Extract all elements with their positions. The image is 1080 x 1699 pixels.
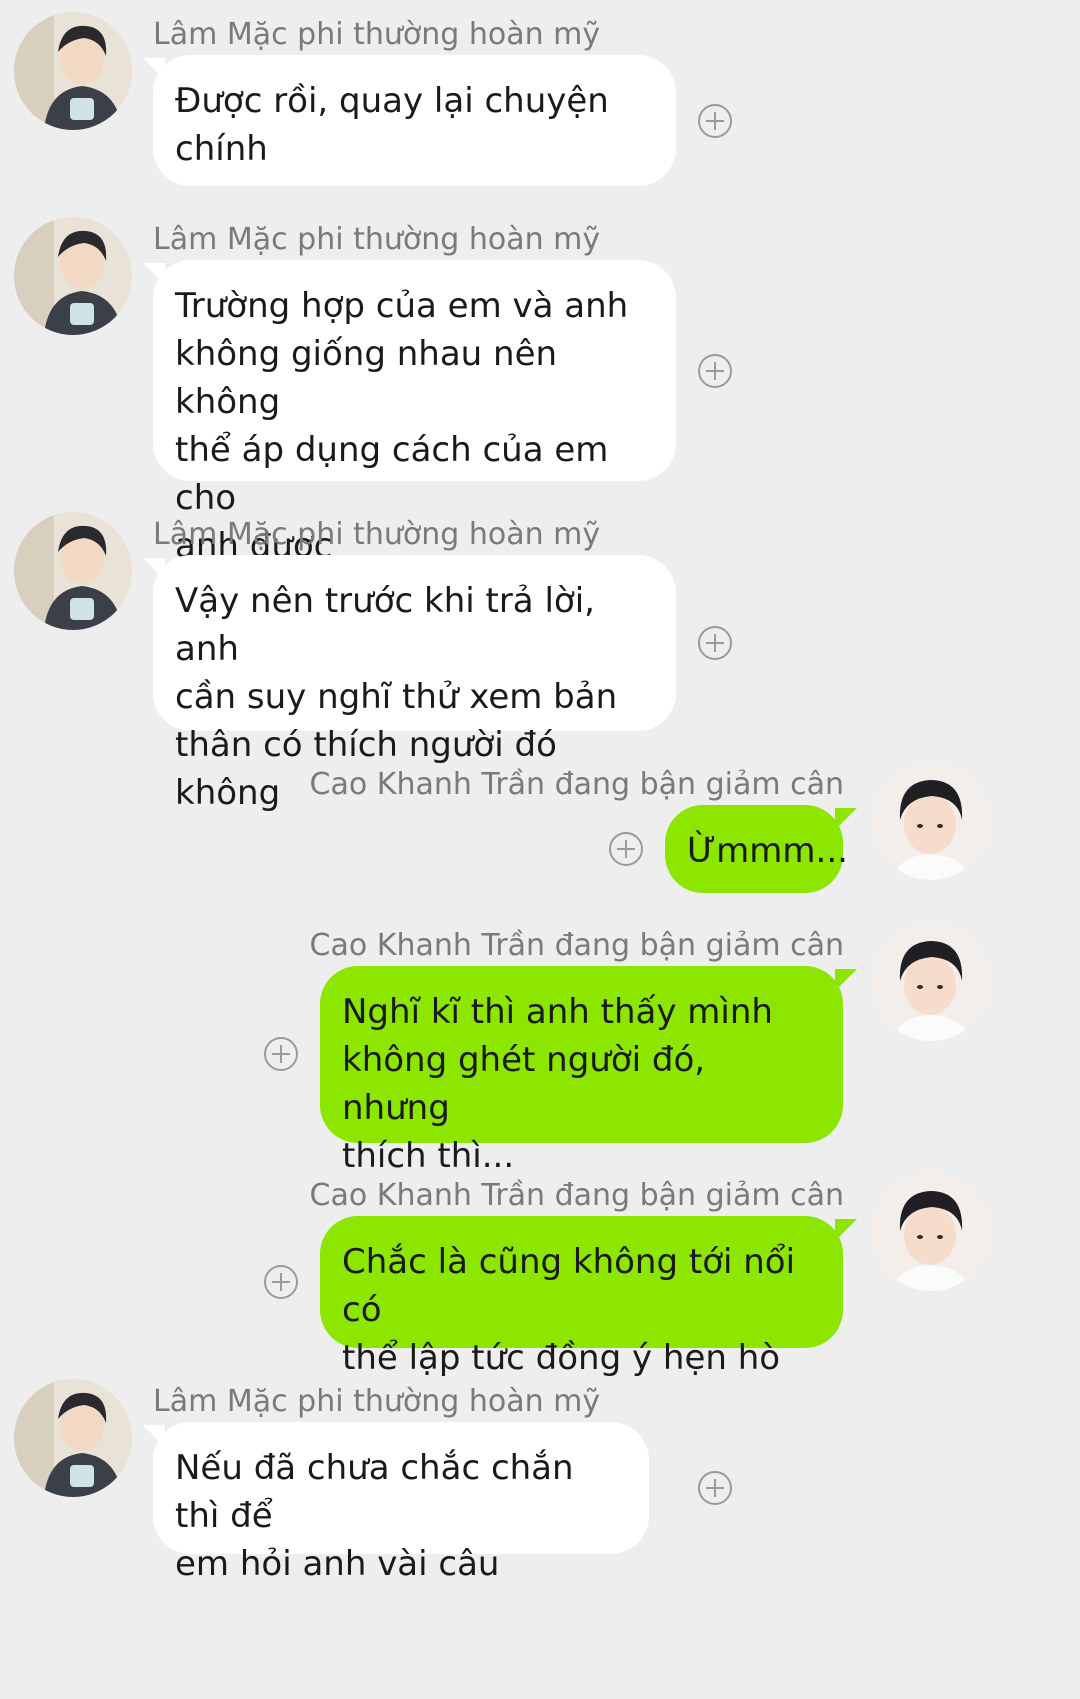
avatar-cao-khanh-tran[interactable] — [872, 762, 990, 880]
sender-name: Lâm Mặc phi thường hoàn mỹ — [153, 517, 601, 552]
sender-name: Lâm Mặc phi thường hoàn mỹ — [153, 1384, 601, 1419]
message-line: thích thì... — [342, 1136, 515, 1176]
avatar-lam-mac-image — [14, 12, 132, 130]
message-bubble[interactable]: Chắc là cũng không tới nổi có thể lập tứ… — [320, 1216, 843, 1378]
sender-name: Lâm Mặc phi thường hoàn mỹ — [153, 17, 601, 52]
avatar-cao-khanh-tran[interactable] — [872, 1173, 990, 1291]
message-bubble[interactable]: Được rồi, quay lại chuyện chính — [153, 55, 676, 186]
message-bubble[interactable]: Nếu đã chưa chắc chắn thì để em hỏi anh … — [153, 1422, 649, 1584]
plus-circle-icon[interactable] — [609, 832, 643, 866]
plus-circle-icon[interactable] — [264, 1037, 298, 1071]
message-line: Được rồi, quay lại chuyện — [175, 81, 609, 121]
avatar-lam-mac[interactable] — [14, 512, 132, 630]
avatar-lam-mac-image — [14, 512, 132, 630]
sender-name: Lâm Mặc phi thường hoàn mỹ — [153, 222, 601, 257]
message-line: không giống nhau nên không — [175, 334, 558, 422]
avatar-cao-khanh-tran-image — [872, 923, 990, 1041]
message-bubble[interactable]: Ừmmm... — [665, 805, 848, 893]
avatar-lam-mac[interactable] — [14, 1379, 132, 1497]
avatar-cao-khanh-tran-image — [872, 762, 990, 880]
message-line: thể lập tức đồng ý hẹn hò — [342, 1338, 781, 1378]
message-line: Ừmmm... — [687, 831, 848, 871]
avatar-lam-mac[interactable] — [14, 12, 132, 130]
message-line: Vậy nên trước khi trả lời, anh — [175, 581, 595, 669]
avatar-cao-khanh-tran-image — [872, 1173, 990, 1291]
message-line: chính — [175, 129, 268, 169]
plus-circle-icon[interactable] — [698, 104, 732, 138]
message-line: thể áp dụng cách của em cho — [175, 430, 609, 518]
message-bubble[interactable]: Vậy nên trước khi trả lời, anh cần suy n… — [153, 555, 676, 813]
sender-name: Cao Khanh Trần đang bận giảm cân — [309, 928, 844, 963]
message-bubble[interactable]: Trường hợp của em và anh không giống nha… — [153, 260, 676, 566]
avatar-cao-khanh-tran[interactable] — [872, 923, 990, 1041]
plus-circle-icon[interactable] — [698, 1471, 732, 1505]
message-line: không ghét người đó, nhưng — [342, 1040, 706, 1128]
avatar-lam-mac[interactable] — [14, 217, 132, 335]
sender-name: Cao Khanh Trần đang bận giảm cân — [309, 1178, 844, 1213]
message-line: Trường hợp của em và anh — [175, 286, 629, 326]
message-line: Chắc là cũng không tới nổi có — [342, 1242, 796, 1330]
message-line: Nếu đã chưa chắc chắn thì để — [175, 1448, 574, 1536]
sender-name: Cao Khanh Trần đang bận giảm cân — [309, 767, 844, 802]
avatar-lam-mac-image — [14, 217, 132, 335]
message-line: em hỏi anh vài câu — [175, 1544, 500, 1584]
plus-circle-icon[interactable] — [264, 1265, 298, 1299]
plus-circle-icon[interactable] — [698, 354, 732, 388]
avatar-lam-mac-image — [14, 1379, 132, 1497]
plus-circle-icon[interactable] — [698, 626, 732, 660]
message-line: Nghĩ kĩ thì anh thấy mình — [342, 992, 773, 1032]
message-bubble[interactable]: Nghĩ kĩ thì anh thấy mình không ghét ngư… — [320, 966, 843, 1176]
message-line: cần suy nghĩ thử xem bản — [175, 677, 618, 717]
